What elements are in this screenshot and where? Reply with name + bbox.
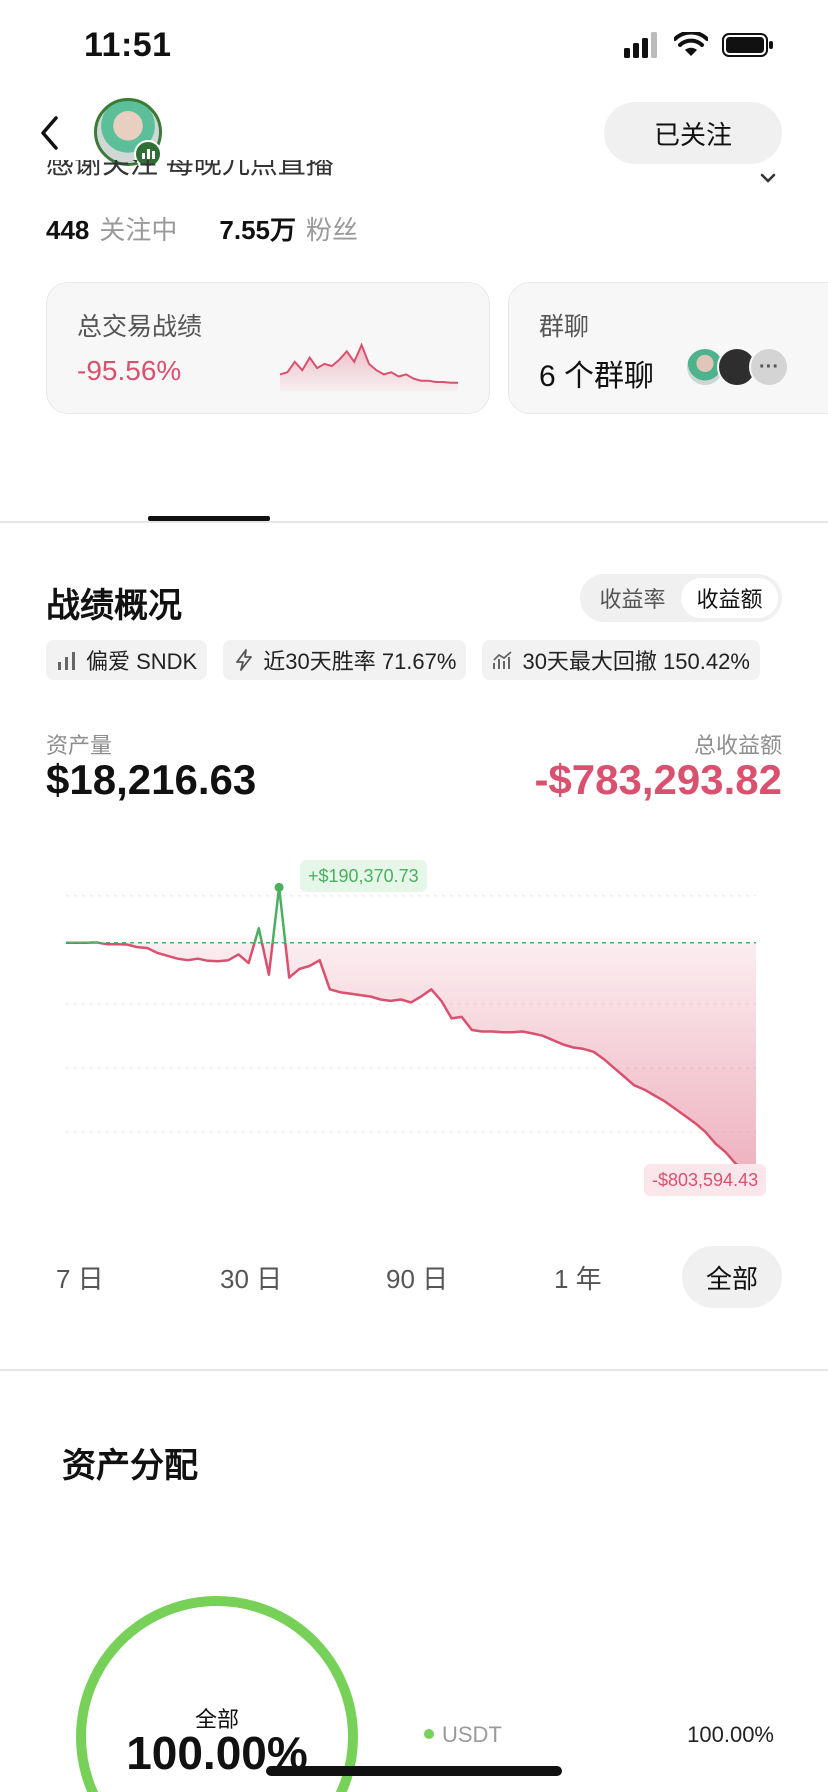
status-time: 11:51 (84, 26, 172, 64)
favorite-tag-text: 偏爱 SNDK (86, 649, 198, 674)
win-rate-tag-text: 近30天胜率 71.67% (263, 649, 457, 674)
followers-count[interactable]: 7.55万 (219, 210, 296, 247)
expand-bio-icon[interactable] (760, 168, 776, 189)
chart-max-label: +$190,370.73 (300, 860, 427, 892)
legend-percent: 100.00% (687, 1722, 774, 1747)
trade-sparkline (279, 342, 458, 391)
trader-tags: 偏爱 SNDK 近30天胜率 71.67% 30天最大回撤 150.42% (46, 640, 760, 680)
trade-record-value: -95.56% (77, 355, 182, 386)
pnl-chart[interactable]: +$190,370.73 -$803,594.43 (0, 850, 828, 1210)
more-icon: ··· (749, 347, 789, 387)
following-count[interactable]: 448 (46, 215, 89, 246)
range-all[interactable]: 全部 (682, 1246, 782, 1308)
pnl-chart-svg (66, 882, 762, 1183)
performance-title: 战绩概况 (46, 587, 182, 625)
legend-dot (424, 1729, 434, 1739)
chart-max-point (274, 882, 284, 892)
legend-name: USDT (442, 1722, 502, 1747)
segment-return-rate[interactable]: 收益率 (584, 578, 681, 618)
group-avatars: ··· (685, 347, 789, 387)
range-30d[interactable]: 30 日 (220, 1246, 282, 1308)
bio-line: 感谢关注 每晚九点直播 (46, 160, 766, 184)
divider (0, 1369, 828, 1371)
range-1y[interactable]: 1 年 (554, 1246, 602, 1308)
segment-return-amount[interactable]: 收益额 (681, 578, 778, 618)
metric-toggle: 收益率 收益额 (580, 574, 782, 622)
range-90d[interactable]: 90 日 (386, 1246, 448, 1308)
allocation-title: 资产分配 (62, 1447, 198, 1485)
sparkline-area (280, 345, 458, 391)
status-bar: 11:51 (0, 0, 828, 90)
total-pnl-value: -$783,293.82 (534, 756, 782, 803)
drawdown-tag: 30天最大回撤 150.42% (482, 640, 760, 680)
back-button[interactable] (30, 108, 70, 158)
trade-record-card[interactable]: 总交易战绩 -95.56% (46, 282, 490, 414)
asset-value: $18,216.63 (46, 756, 257, 803)
group-chat-count: 6 个群聊 (539, 360, 655, 393)
lightning-icon (236, 649, 253, 671)
group-chat-card[interactable]: 群聊 6 个群聊 ··· (508, 282, 828, 414)
chart-min-label: -$803,594.43 (644, 1164, 767, 1196)
trade-record-title: 总交易战绩 (77, 313, 203, 341)
wifi-icon (674, 32, 708, 56)
chevron-left-icon (41, 116, 58, 150)
bio-text: 感谢关注 每晚九点直播 (46, 160, 334, 179)
follow-button[interactable]: 已关注 (604, 102, 782, 164)
drawdown-icon (493, 651, 513, 669)
divider (0, 521, 828, 523)
followers-label[interactable]: 粉丝 (306, 210, 358, 247)
follow-stats: 448 关注中 7.55万 粉丝 (46, 210, 358, 247)
bar-chart-icon (58, 652, 75, 670)
drawdown-tag-text: 30天最大回撤 150.42% (522, 649, 750, 674)
following-label[interactable]: 关注中 (99, 210, 177, 247)
time-range-selector: 7 日 30 日 90 日 1 年 全部 (46, 1246, 782, 1308)
status-icons (624, 32, 774, 58)
range-7d[interactable]: 7 日 (56, 1246, 104, 1308)
favorite-tag: 偏爱 SNDK (46, 640, 208, 680)
home-indicator (266, 1766, 562, 1776)
win-rate-tag: 近30天胜率 71.67% (223, 640, 467, 680)
cellular-signal-icon (624, 32, 657, 58)
battery-icon (722, 33, 773, 57)
group-chat-title: 群聊 (539, 313, 590, 341)
